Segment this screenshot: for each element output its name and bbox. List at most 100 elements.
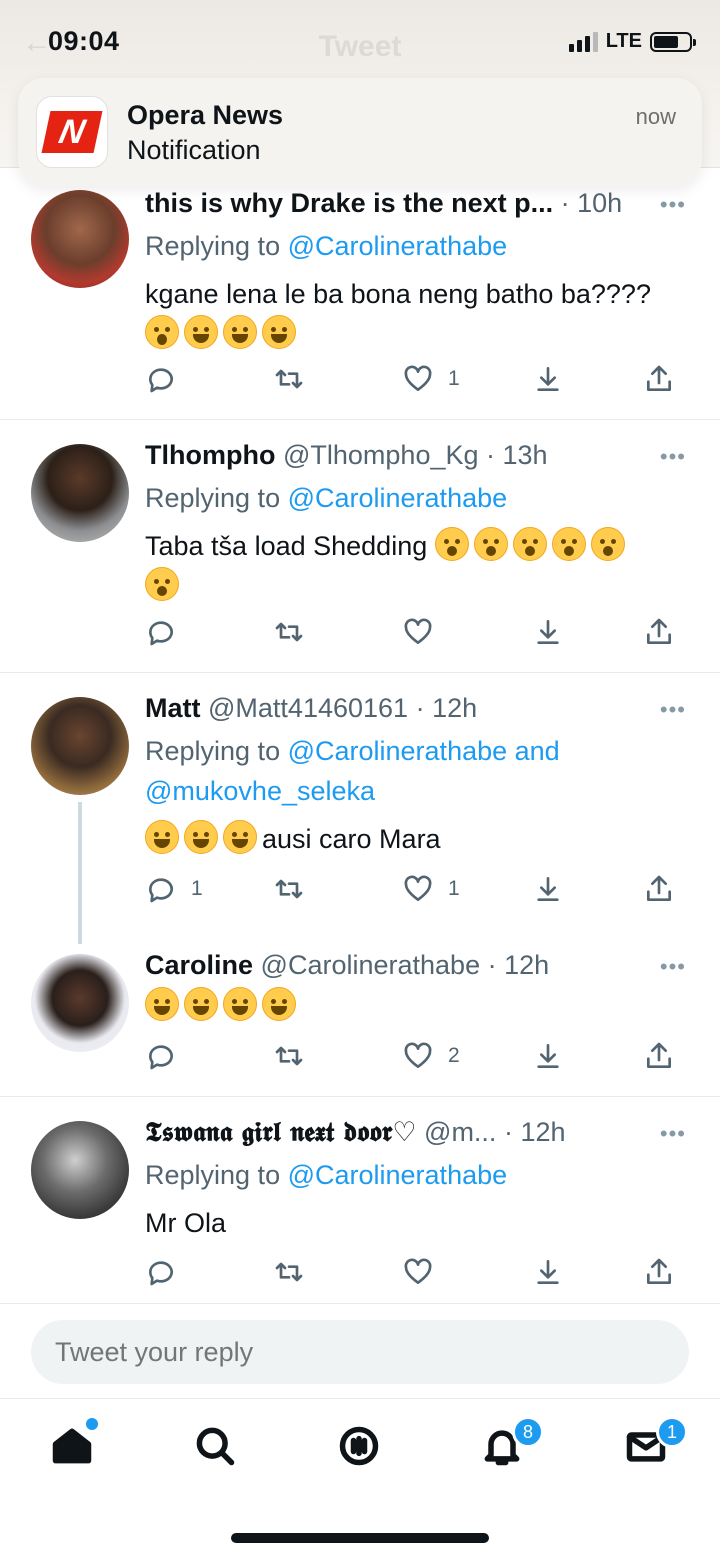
laugh-emoji bbox=[184, 987, 218, 1021]
yawn-emoji bbox=[551, 527, 586, 561]
like-button[interactable] bbox=[402, 1252, 434, 1292]
tweet-time: 12h bbox=[520, 1117, 566, 1147]
download-button[interactable] bbox=[532, 1252, 564, 1292]
network-label: LTE bbox=[605, 30, 642, 52]
opera-news-app-icon: N bbox=[36, 96, 108, 168]
author-name[interactable]: 𝕿𝖘𝖜𝖆𝖓𝖆 𝖌𝖎𝖗𝖑 𝖓𝖊𝖝𝖙 𝖉𝖔𝖔𝖗♡ bbox=[145, 1117, 417, 1148]
avatar[interactable] bbox=[31, 697, 129, 795]
avatar[interactable] bbox=[31, 444, 129, 542]
mention-link[interactable]: @Carolinerathabe bbox=[288, 483, 508, 513]
more-icon[interactable]: ••• bbox=[660, 444, 686, 470]
more-icon[interactable]: ••• bbox=[660, 192, 686, 218]
more-icon[interactable]: ••• bbox=[660, 954, 686, 980]
author-handle[interactable]: @m... bbox=[424, 1117, 496, 1147]
share-icon bbox=[647, 365, 671, 391]
tweet-text: kgane lena le ba bona neng batho ba???? bbox=[145, 274, 690, 354]
reply-icon bbox=[149, 1045, 173, 1070]
laugh-emoji bbox=[223, 987, 257, 1021]
author-handle[interactable]: @Carolinerathabe bbox=[261, 950, 481, 980]
tab-spaces[interactable] bbox=[337, 1424, 387, 1474]
tab-home[interactable] bbox=[50, 1418, 100, 1474]
like-count: 1 bbox=[448, 877, 460, 900]
download-button[interactable] bbox=[532, 612, 564, 652]
retweet-icon bbox=[275, 1262, 303, 1282]
share-button[interactable] bbox=[643, 612, 675, 652]
mention-link[interactable]: @Carolinerathabe bbox=[288, 1160, 508, 1190]
avatar[interactable] bbox=[31, 1121, 129, 1219]
reply-input[interactable] bbox=[31, 1320, 689, 1384]
tab-notifications[interactable]: 8 bbox=[480, 1416, 544, 1474]
share-button[interactable] bbox=[643, 869, 675, 909]
like-icon bbox=[404, 365, 432, 391]
laugh-emoji bbox=[145, 820, 179, 854]
like-button[interactable]: 1 bbox=[402, 359, 460, 399]
more-icon[interactable]: ••• bbox=[660, 1121, 686, 1147]
tweet-time: 12h bbox=[432, 693, 478, 723]
like-button[interactable]: 1 bbox=[402, 869, 460, 909]
tab-messages[interactable]: 1 bbox=[624, 1416, 688, 1474]
home-indicator[interactable] bbox=[231, 1533, 489, 1543]
download-button[interactable] bbox=[532, 359, 564, 399]
retweet-button[interactable] bbox=[273, 612, 305, 652]
reply-count: 1 bbox=[191, 877, 203, 900]
retweet-button[interactable] bbox=[273, 359, 305, 399]
download-icon bbox=[537, 620, 559, 644]
retweet-button[interactable] bbox=[273, 1036, 305, 1076]
like-count: 2 bbox=[448, 1044, 460, 1067]
author-handle[interactable]: @Tlhompho_Kg bbox=[283, 440, 479, 470]
reply-button[interactable]: 1 bbox=[145, 869, 203, 909]
reply-button[interactable] bbox=[145, 1252, 177, 1292]
like-button[interactable]: 2 bbox=[402, 1036, 460, 1076]
tab-search[interactable] bbox=[193, 1424, 243, 1474]
tweet-actions bbox=[145, 612, 690, 652]
retweet-button[interactable] bbox=[273, 1252, 305, 1292]
laugh-emoji bbox=[262, 987, 296, 1021]
author-name[interactable]: this is why Drake is the next p... bbox=[145, 188, 553, 218]
signal-icon bbox=[568, 31, 598, 52]
home-dot-badge bbox=[86, 1418, 98, 1430]
author-name[interactable]: Matt bbox=[145, 693, 201, 723]
share-button[interactable] bbox=[643, 1036, 675, 1076]
reply-button[interactable] bbox=[145, 612, 177, 652]
author-name[interactable]: Caroline bbox=[145, 950, 253, 980]
notifications-badge: 8 bbox=[512, 1416, 544, 1448]
reply-button[interactable] bbox=[145, 359, 177, 399]
yawn-emoji bbox=[590, 527, 625, 561]
reply-icon bbox=[149, 878, 173, 903]
like-count: 1 bbox=[448, 367, 460, 390]
avatar[interactable] bbox=[31, 954, 129, 1052]
avatar[interactable] bbox=[31, 190, 129, 288]
like-icon bbox=[404, 875, 432, 901]
retweet-button[interactable] bbox=[273, 869, 305, 909]
tweet[interactable]: Caroline @Carolinerathabe · 12h ••• 2 bbox=[0, 930, 720, 1097]
share-button[interactable] bbox=[643, 1252, 675, 1292]
tweet[interactable]: Tlhompho @Tlhompho_Kg · 13h Replying to … bbox=[0, 420, 720, 673]
download-button[interactable] bbox=[532, 869, 564, 909]
laugh-emoji bbox=[262, 315, 296, 349]
download-button[interactable] bbox=[532, 1036, 564, 1076]
author-handle[interactable]: @Matt41460161 bbox=[208, 693, 408, 723]
download-icon bbox=[537, 1260, 559, 1284]
notification-body: Notification bbox=[127, 135, 261, 165]
replying-to: Replying to @Carolinerathabe bbox=[145, 483, 508, 513]
like-button[interactable] bbox=[402, 612, 434, 652]
retweet-icon bbox=[275, 879, 303, 899]
reply-button[interactable] bbox=[145, 1036, 177, 1076]
mention-link[interactable]: @Carolinerathabe bbox=[288, 231, 508, 261]
author-name[interactable]: Tlhompho bbox=[145, 440, 275, 470]
tweet-time: 12h bbox=[504, 950, 550, 980]
tweet[interactable]: 𝕿𝖘𝖜𝖆𝖓𝖆 𝖌𝖎𝖗𝖑 𝖓𝖊𝖝𝖙 𝖉𝖔𝖔𝖗♡ @m... · 12h Reply… bbox=[0, 1097, 720, 1304]
download-icon bbox=[537, 877, 559, 901]
yawn-emoji bbox=[473, 527, 508, 561]
more-icon[interactable]: ••• bbox=[660, 697, 686, 723]
yawn-emoji bbox=[434, 527, 469, 561]
share-button[interactable] bbox=[643, 359, 675, 399]
reply-bar bbox=[0, 1304, 720, 1399]
download-icon bbox=[537, 367, 559, 391]
tweet[interactable]: this is why Drake is the next p... · 10h… bbox=[0, 168, 720, 420]
thread-connector bbox=[78, 802, 82, 944]
notification-title: Opera News bbox=[127, 100, 284, 130]
reply-icon bbox=[149, 1261, 173, 1286]
tweet[interactable]: Matt @Matt41460161 · 12h Replying to @Ca… bbox=[0, 673, 720, 930]
reply-icon bbox=[149, 621, 173, 646]
